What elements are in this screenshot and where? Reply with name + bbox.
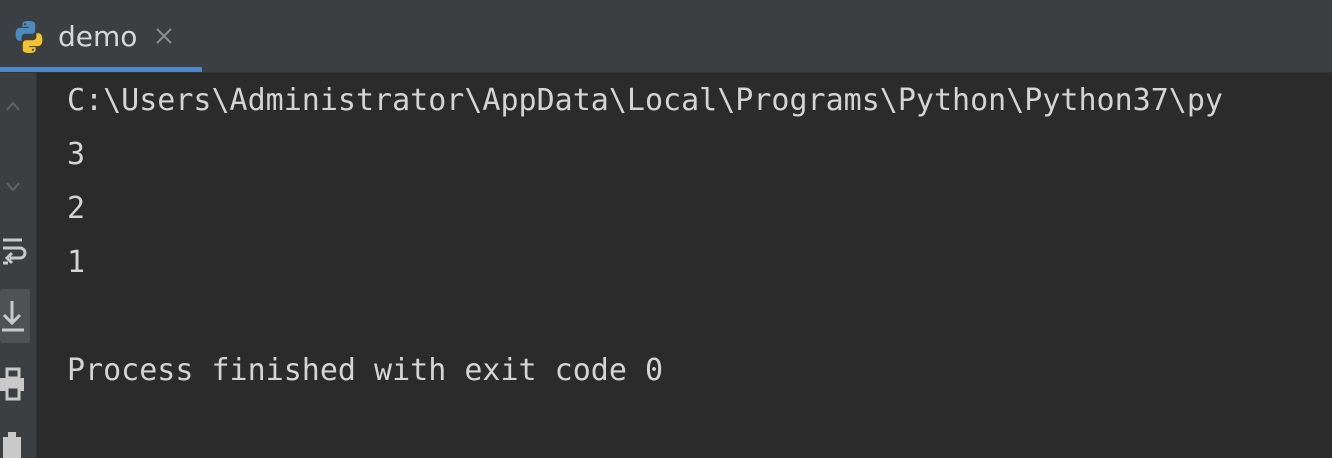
- console-line-output: 1: [67, 245, 86, 280]
- clear-icon[interactable]: [0, 431, 30, 458]
- down-arrow-icon[interactable]: [0, 173, 30, 201]
- soft-wrap-icon[interactable]: [0, 233, 30, 269]
- console-output[interactable]: C:\Users\Administrator\AppData\Local\Pro…: [37, 73, 1332, 458]
- console-line-command: C:\Users\Administrator\AppData\Local\Pro…: [67, 83, 1223, 118]
- active-tab-indicator: [0, 67, 202, 72]
- print-icon[interactable]: [0, 365, 30, 405]
- console-toolbar: [0, 73, 37, 458]
- up-arrow-icon[interactable]: [0, 93, 30, 121]
- scroll-to-end-button[interactable]: [0, 289, 30, 343]
- scroll-to-end-icon: [2, 301, 24, 332]
- python-file-icon: [15, 21, 43, 53]
- tab-title: demo: [58, 20, 138, 53]
- tab-bar: demo: [0, 0, 1332, 73]
- console-line-output: 2: [67, 191, 86, 226]
- run-window: demo C:\Users\Administrator\AppData\Loca…: [0, 0, 1332, 458]
- close-icon[interactable]: [152, 24, 176, 48]
- tab-demo[interactable]: demo: [0, 0, 202, 72]
- console-line-output: 3: [67, 137, 86, 172]
- console-line-exit-status: Process finished with exit code 0: [67, 353, 664, 388]
